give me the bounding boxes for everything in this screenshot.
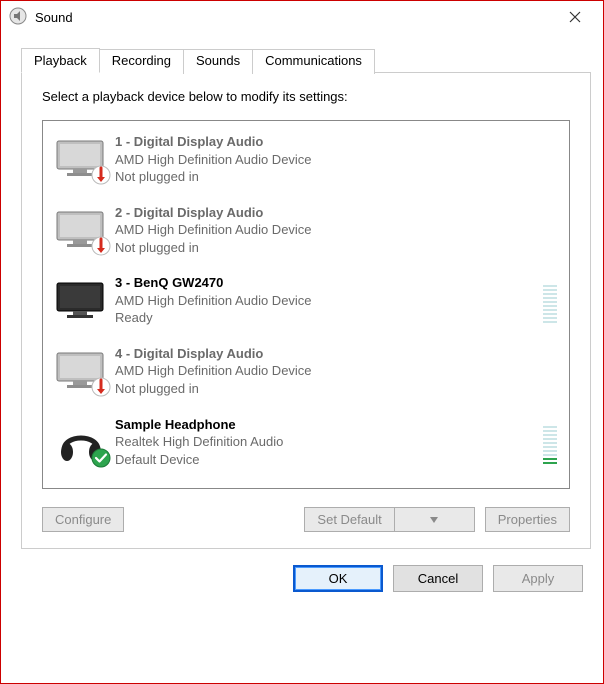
device-status: Ready (115, 309, 543, 327)
dialog-buttons: OK Cancel Apply (1, 549, 603, 608)
monitor-icon (55, 279, 107, 323)
device-status: Not plugged in (115, 380, 559, 398)
cancel-button[interactable]: Cancel (393, 565, 483, 592)
tabs-container: Playback Recording Sounds Communications… (1, 33, 603, 549)
device-text: 4 - Digital Display Audio AMD High Defin… (107, 345, 559, 398)
unplugged-badge-icon (91, 377, 111, 397)
device-item[interactable]: 1 - Digital Display Audio AMD High Defin… (51, 127, 561, 198)
device-description: AMD High Definition Audio Device (115, 221, 559, 239)
device-status: Not plugged in (115, 239, 559, 257)
tab-recording[interactable]: Recording (100, 49, 184, 74)
chevron-down-icon (430, 517, 438, 523)
ok-button-label: OK (329, 571, 348, 586)
device-name: Sample Headphone (115, 416, 543, 434)
tab-panel-playback: Select a playback device below to modify… (21, 72, 591, 549)
monitor-icon (55, 137, 107, 181)
set-default-split-button[interactable]: Set Default (304, 507, 474, 532)
volume-meter (543, 420, 557, 464)
tab-playback[interactable]: Playback (21, 48, 100, 73)
tab-sounds[interactable]: Sounds (184, 49, 253, 74)
configure-button[interactable]: Configure (42, 507, 124, 532)
device-name: 2 - Digital Display Audio (115, 204, 559, 222)
device-item[interactable]: Sample Headphone Realtek High Definition… (51, 410, 561, 481)
set-default-button[interactable]: Set Default (305, 508, 393, 531)
instruction-text: Select a playback device below to modify… (42, 89, 570, 104)
tab-actions: Configure Set Default Properties (42, 507, 570, 532)
volume-meter (543, 279, 557, 323)
configure-button-label: Configure (55, 512, 111, 527)
cancel-button-label: Cancel (418, 571, 458, 586)
default-badge-icon (91, 448, 111, 468)
device-item[interactable]: 2 - Digital Display Audio AMD High Defin… (51, 198, 561, 269)
device-name: 4 - Digital Display Audio (115, 345, 559, 363)
device-status: Not plugged in (115, 168, 559, 186)
device-text: Sample Headphone Realtek High Definition… (107, 416, 543, 469)
device-item[interactable]: 4 - Digital Display Audio AMD High Defin… (51, 339, 561, 410)
tab-playback-label: Playback (34, 53, 87, 68)
headphones-icon (55, 420, 107, 464)
device-text: 2 - Digital Display Audio AMD High Defin… (107, 204, 559, 257)
device-name: 3 - BenQ GW2470 (115, 274, 543, 292)
tab-communications[interactable]: Communications (253, 49, 375, 74)
close-button[interactable] (555, 2, 595, 32)
apply-button[interactable]: Apply (493, 565, 583, 592)
window-title: Sound (35, 10, 555, 25)
device-name: 1 - Digital Display Audio (115, 133, 559, 151)
apply-button-label: Apply (522, 571, 555, 586)
properties-button-label: Properties (498, 512, 557, 527)
device-status: Default Device (115, 451, 543, 469)
tab-recording-label: Recording (112, 53, 171, 68)
device-description: AMD High Definition Audio Device (115, 292, 543, 310)
device-description: Realtek High Definition Audio (115, 433, 543, 451)
set-default-dropdown[interactable] (394, 508, 474, 531)
device-description: AMD High Definition Audio Device (115, 362, 559, 380)
monitor-icon (55, 349, 107, 393)
device-text: 3 - BenQ GW2470 AMD High Definition Audi… (107, 274, 543, 327)
tab-sounds-label: Sounds (196, 53, 240, 68)
ok-button[interactable]: OK (293, 565, 383, 592)
titlebar: Sound (1, 1, 603, 33)
tab-communications-label: Communications (265, 53, 362, 68)
spacer (134, 507, 294, 532)
sound-app-icon (9, 7, 27, 28)
monitor-icon (55, 208, 107, 252)
device-description: AMD High Definition Audio Device (115, 151, 559, 169)
device-text: 1 - Digital Display Audio AMD High Defin… (107, 133, 559, 186)
device-list[interactable]: 1 - Digital Display Audio AMD High Defin… (42, 120, 570, 489)
unplugged-badge-icon (91, 165, 111, 185)
device-item[interactable]: 3 - BenQ GW2470 AMD High Definition Audi… (51, 268, 561, 339)
properties-button[interactable]: Properties (485, 507, 570, 532)
unplugged-badge-icon (91, 236, 111, 256)
tabstrip: Playback Recording Sounds Communications (21, 47, 591, 72)
set-default-button-label: Set Default (317, 512, 381, 527)
